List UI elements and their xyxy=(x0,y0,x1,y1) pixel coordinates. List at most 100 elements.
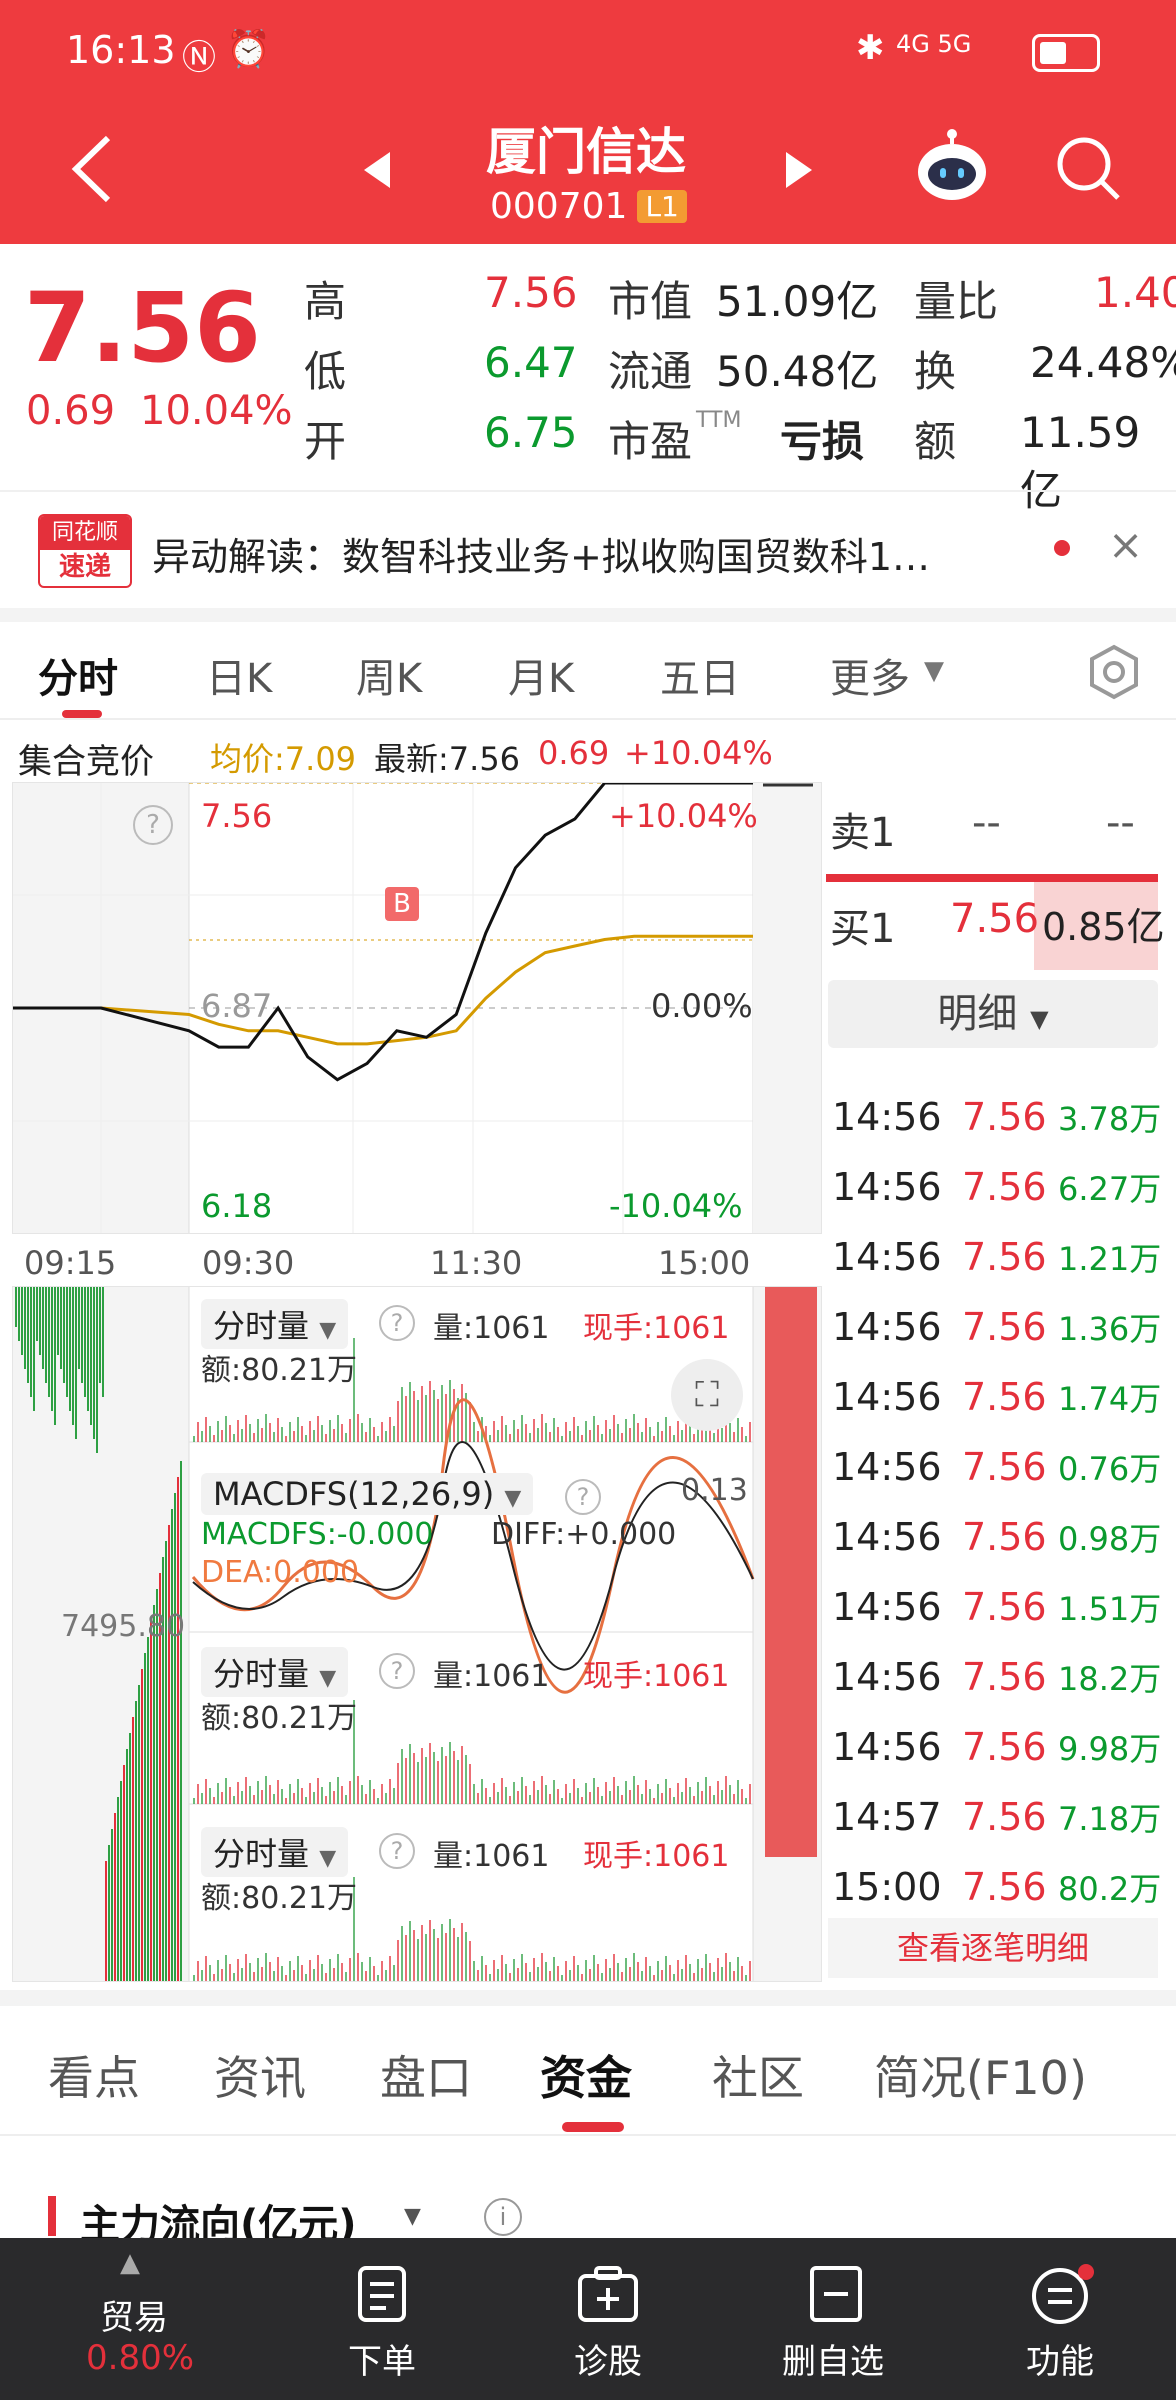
tab-community[interactable]: 社区 xyxy=(712,2042,804,2108)
panel3-selector[interactable]: 分时量 ▼ xyxy=(201,1647,349,1697)
volume-bar xyxy=(489,1435,491,1442)
help-icon[interactable]: ? xyxy=(379,1833,415,1869)
auction-volume-bar xyxy=(180,1461,182,1981)
price-chart[interactable]: ? 7.56 +10.04% 6.87 0.00% 6.18 -10.04% B xyxy=(12,782,822,1234)
diagnose-icon[interactable] xyxy=(576,2264,640,2324)
volume-bar xyxy=(645,1957,647,1981)
back-arrow-icon[interactable] xyxy=(70,134,114,204)
help-icon[interactable]: ? xyxy=(565,1479,601,1515)
volume-bar xyxy=(325,1796,327,1804)
nav-trade-label[interactable]: 贸易 xyxy=(100,2290,168,2339)
auction-volume-bar xyxy=(129,1733,131,1981)
fullscreen-icon[interactable]: ⛶ xyxy=(671,1359,743,1431)
buy-marker[interactable]: B xyxy=(385,887,419,921)
info-icon[interactable]: i xyxy=(484,2198,522,2236)
volume-bar xyxy=(277,1957,279,1981)
sub-chart-area[interactable]: 分时量 ▼ ? 量:1061 现手:1061 额:80.21万 ⛶ MACDFS… xyxy=(12,1286,822,1982)
nav-diagnose-label[interactable]: 诊股 xyxy=(574,2334,642,2383)
volume-bar xyxy=(337,1777,339,1804)
pe-label: 市盈 xyxy=(608,417,693,466)
volume-bar xyxy=(609,1968,611,1981)
nav-order-label[interactable]: 下单 xyxy=(348,2334,416,2383)
volume-bar xyxy=(269,1785,271,1804)
status-time: 16:13 xyxy=(66,28,176,72)
next-stock-icon[interactable] xyxy=(784,150,814,190)
auction-volume-bar xyxy=(78,1287,80,1369)
volume-bar xyxy=(305,1974,307,1981)
news-banner[interactable]: 同花顺 速递 异动解读：数智科技业务+拟收购国贸数科1… × xyxy=(0,492,1176,608)
auction-volume-bar xyxy=(144,1653,146,1981)
tick-volume: 0.98万 xyxy=(1058,1520,1162,1558)
volume-bar xyxy=(289,1422,291,1442)
view-all-ticks-button[interactable]: 查看逐笔明细 xyxy=(828,1918,1158,1978)
nav-function-label[interactable]: 功能 xyxy=(1026,2334,1094,2383)
volume-bar xyxy=(693,1796,695,1804)
help-icon[interactable]: ? xyxy=(133,805,173,845)
volume-bar xyxy=(333,1968,335,1981)
volume-bar xyxy=(529,1972,531,1981)
settings-icon[interactable] xyxy=(1086,644,1142,700)
volume-bar xyxy=(573,1417,575,1442)
auction-volume-bar xyxy=(153,1605,155,1981)
volume-bar xyxy=(269,1423,271,1442)
tick-row: 14:56 7.56 1.36万 xyxy=(832,1292,1162,1362)
divider xyxy=(0,2134,1176,2136)
low-label: 低 xyxy=(304,347,347,396)
volume-bar xyxy=(305,1797,307,1804)
volume-bar xyxy=(389,1956,391,1981)
panel4-selector[interactable]: 分时量 ▼ xyxy=(201,1827,349,1877)
tick-list[interactable]: 14:56 7.56 3.78万 14:56 7.56 6.27万 14:56 7.56 1.2… xyxy=(832,1082,1162,1922)
volume-bar xyxy=(617,1786,619,1804)
tab-news[interactable]: 资讯 xyxy=(214,2042,306,2108)
volume-bar xyxy=(409,1382,411,1442)
tab-highlights[interactable]: 看点 xyxy=(48,2042,140,2108)
tab-five-day[interactable]: 五日 xyxy=(660,646,740,704)
auction-volume-bar xyxy=(165,1541,167,1981)
tab-orderbook[interactable]: 盘口 xyxy=(380,2042,472,2108)
tab-f10[interactable]: 简况(F10) xyxy=(874,2042,1087,2108)
search-icon[interactable] xyxy=(1054,134,1124,204)
tab-capital[interactable]: 资金 xyxy=(540,2042,632,2108)
auction-volume-bar xyxy=(72,1287,74,1425)
close-icon[interactable]: × xyxy=(1108,520,1143,569)
robot-assistant-icon[interactable] xyxy=(912,128,992,208)
detail-selector[interactable]: 明细 ▼ xyxy=(828,980,1158,1048)
volume-bar xyxy=(257,1781,259,1804)
volume-bar xyxy=(653,1975,655,1981)
tab-intraday[interactable]: 分时 xyxy=(38,646,118,704)
volume-bar xyxy=(297,1956,299,1981)
volume-bar xyxy=(653,1798,655,1804)
volume-bar xyxy=(477,1970,479,1981)
help-icon[interactable]: ? xyxy=(379,1305,415,1341)
volume-bar xyxy=(597,1425,599,1442)
volume-bar xyxy=(273,1971,275,1981)
dropdown-icon: ▼ xyxy=(319,1318,337,1343)
tick-volume: 7.18万 xyxy=(1058,1800,1162,1838)
alarm-icon: ⏰ xyxy=(226,29,271,70)
tab-weekly-k[interactable]: 周K xyxy=(356,646,422,704)
help-icon[interactable]: ? xyxy=(379,1653,415,1689)
tick-time: 14:56 xyxy=(832,1515,942,1559)
auction-volume-bar xyxy=(57,1287,59,1355)
panel1-selector[interactable]: 分时量 ▼ xyxy=(201,1299,349,1349)
function-menu-icon[interactable] xyxy=(1030,2264,1094,2324)
order-icon[interactable] xyxy=(356,2264,408,2324)
price-change-pct: 10.04% xyxy=(140,388,293,434)
volume-bar xyxy=(197,1961,199,1981)
tab-daily-k[interactable]: 日K xyxy=(206,646,272,704)
volume-bar xyxy=(433,1929,435,1981)
remove-watchlist-icon[interactable] xyxy=(808,2264,864,2324)
volume-bar xyxy=(301,1788,303,1804)
volume-bar xyxy=(449,1919,451,1981)
prev-stock-icon[interactable] xyxy=(362,150,392,190)
tab-more[interactable]: 更多 xyxy=(830,646,910,704)
turnover-label: 换 xyxy=(914,347,957,396)
volume-bar xyxy=(537,1967,539,1981)
tick-time: 14:56 xyxy=(832,1165,942,1209)
panel2-selector[interactable]: MACDFS(12,26,9) ▼ xyxy=(201,1473,534,1515)
volume-bar xyxy=(293,1970,295,1981)
tab-monthly-k[interactable]: 月K xyxy=(508,646,574,704)
nav-remove-watchlist-label[interactable]: 删自选 xyxy=(782,2334,884,2383)
dropdown-icon[interactable]: ▼ xyxy=(404,2204,421,2229)
volume-bar xyxy=(669,1426,671,1442)
